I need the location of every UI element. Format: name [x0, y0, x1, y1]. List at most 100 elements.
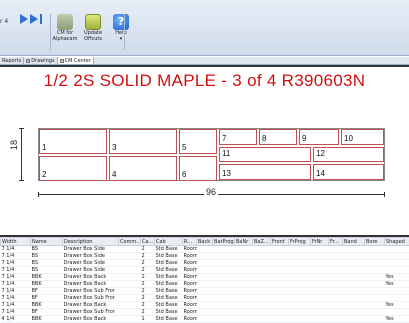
column-header[interactable]: Front	[270, 237, 289, 246]
table-cell	[288, 273, 311, 281]
table-cell	[328, 245, 343, 253]
table-cell	[288, 294, 311, 302]
column-header[interactable]: Comm...	[118, 237, 141, 246]
column-header[interactable]: Shaped	[384, 237, 409, 246]
table-cell	[384, 266, 409, 274]
play-icon[interactable]	[20, 14, 28, 24]
close-icon[interactable]: ×	[26, 58, 31, 63]
table-row[interactable]: 7 1/4 BBK Drawer Box Back 2 Std Base Room Yes	[0, 301, 409, 309]
part-13[interactable]: 13	[219, 164, 311, 180]
table-cell: Std Base	[154, 294, 183, 302]
table-cell	[364, 280, 385, 288]
end-bar-icon[interactable]	[40, 14, 42, 24]
table-row[interactable]: 4 1/4 BBK Drawer Box Back 1 Std Base Room Yes	[0, 315, 409, 323]
column-header[interactable]: FrNr	[310, 237, 329, 246]
table-cell	[342, 252, 365, 260]
cnc-icon	[57, 14, 73, 30]
column-header[interactable]: BatProg	[212, 237, 235, 246]
next-icon[interactable]	[30, 14, 38, 24]
table-row[interactable]: 7 1/4 BF Drawer Box Sub Fror 2 Std Base Room	[0, 294, 409, 302]
table-cell: 2	[140, 294, 155, 302]
table-cell	[310, 315, 329, 323]
table-row[interactable]: 7 1/4 BS Drawer Box Side 2 Std Base Room	[0, 252, 409, 260]
part-11[interactable]: 11	[219, 147, 311, 162]
table-cell	[364, 287, 385, 295]
table-cell: 7 1/4	[0, 301, 31, 309]
table-row[interactable]: 7 1/4 BS Drawer Box Side 2 Std Base Room	[0, 266, 409, 274]
part-2[interactable]: 2	[39, 156, 107, 181]
part-4[interactable]: 4	[109, 156, 177, 181]
table-cell	[328, 273, 343, 281]
tab-reports[interactable]: Reports	[0, 57, 25, 64]
part-10[interactable]: 10	[341, 129, 384, 145]
close-icon[interactable]: ×	[59, 58, 64, 63]
table-cell: 7 1/4	[0, 308, 31, 316]
ribbon-group: CM for Alphacam Update Offcuts ? Help ▾	[52, 14, 132, 42]
table-cell	[252, 252, 271, 260]
table-cell	[118, 315, 141, 323]
ribbon: r 4 CM for Alphacam Update Offcuts ? Hel…	[0, 0, 409, 56]
table-cell	[342, 301, 365, 309]
tab-cm-center[interactable]: × CM Center	[57, 57, 94, 64]
parts-grid[interactable]: Width Name Description Comm... Ca... Cab R... B…	[0, 235, 409, 323]
part-3[interactable]: 3	[109, 129, 177, 154]
update-offcuts-button[interactable]: Update Offcuts	[82, 14, 104, 42]
table-cell: Room	[182, 273, 197, 281]
table-cell	[212, 259, 235, 267]
table-cell	[288, 280, 311, 288]
table-cell	[234, 245, 253, 253]
table-cell	[270, 315, 289, 323]
column-header[interactable]: Cab	[154, 237, 183, 246]
table-cell	[234, 308, 253, 316]
part-12[interactable]: 12	[313, 147, 384, 162]
table-cell	[288, 259, 311, 267]
column-header[interactable]: Bore	[364, 237, 385, 246]
column-header[interactable]: Ca...	[140, 237, 155, 246]
table-cell	[364, 245, 385, 253]
part-7[interactable]: 7	[219, 129, 257, 145]
part-5[interactable]: 5	[179, 129, 217, 154]
tab-drawings[interactable]: × Drawings	[24, 57, 58, 64]
table-cell	[342, 287, 365, 295]
column-header[interactable]: Back	[196, 237, 213, 246]
table-cell: Drawer Box Back	[62, 315, 119, 323]
table-cell	[252, 301, 271, 309]
table-cell	[118, 245, 141, 253]
table-cell: Room	[182, 259, 197, 267]
button-label: CM for Alphacam	[52, 30, 78, 42]
table-cell	[328, 266, 343, 274]
table-cell: Room	[182, 252, 197, 260]
table-cell	[252, 259, 271, 267]
part-14[interactable]: 14	[313, 164, 384, 180]
part-1[interactable]: 1	[39, 129, 107, 154]
column-header[interactable]: Description	[62, 237, 119, 246]
table-cell	[252, 266, 271, 274]
table-cell: Std Base	[154, 252, 183, 260]
table-row[interactable]: 7 1/4 BF Drawer Box Sub Fror 2 Std Base Room	[0, 287, 409, 295]
part-9[interactable]: 9	[299, 129, 339, 145]
table-cell	[270, 301, 289, 309]
table-cell: Room	[182, 287, 197, 295]
table-row[interactable]: 7 1/4 BBK Drawer Box Back 2 Std Base Room Yes	[0, 273, 409, 281]
table-cell	[270, 273, 289, 281]
table-row[interactable]: 7 1/4 BBK Drawer Box Back 2 Std Base Room Yes	[0, 280, 409, 288]
table-row[interactable]: 7 1/4 BS Drawer Box Side 2 Std Base Room	[0, 259, 409, 267]
part-6[interactable]: 6	[179, 156, 217, 181]
nesting-sheet[interactable]: 1 2 3 4 5 6 7 8 9 10 11 12 13 14	[38, 128, 385, 181]
table-cell	[328, 294, 343, 302]
table-cell: 7 1/4	[0, 294, 31, 302]
cm-for-alphacam-button[interactable]: CM for Alphacam	[52, 14, 78, 42]
column-header[interactable]: FrProg	[288, 237, 311, 246]
table-row[interactable]: 7 1/4 BF Drawer Box Sub Fror 2 Std Base Room	[0, 308, 409, 316]
column-header[interactable]: Fr...	[328, 237, 343, 246]
column-header[interactable]: Width	[0, 237, 31, 246]
column-header[interactable]: BaZ...	[252, 237, 271, 246]
help-button[interactable]: ? Help ▾	[110, 14, 132, 42]
table-cell	[270, 266, 289, 274]
column-header[interactable]: Name	[30, 237, 63, 246]
table-row[interactable]: 7 1/4 BS Drawer Box Side 2 Std Base Room	[0, 245, 409, 253]
part-8[interactable]: 8	[259, 129, 297, 145]
column-header[interactable]: Band	[342, 237, 365, 246]
column-header[interactable]: BaNr	[234, 237, 253, 246]
column-header[interactable]: R...	[182, 237, 197, 246]
